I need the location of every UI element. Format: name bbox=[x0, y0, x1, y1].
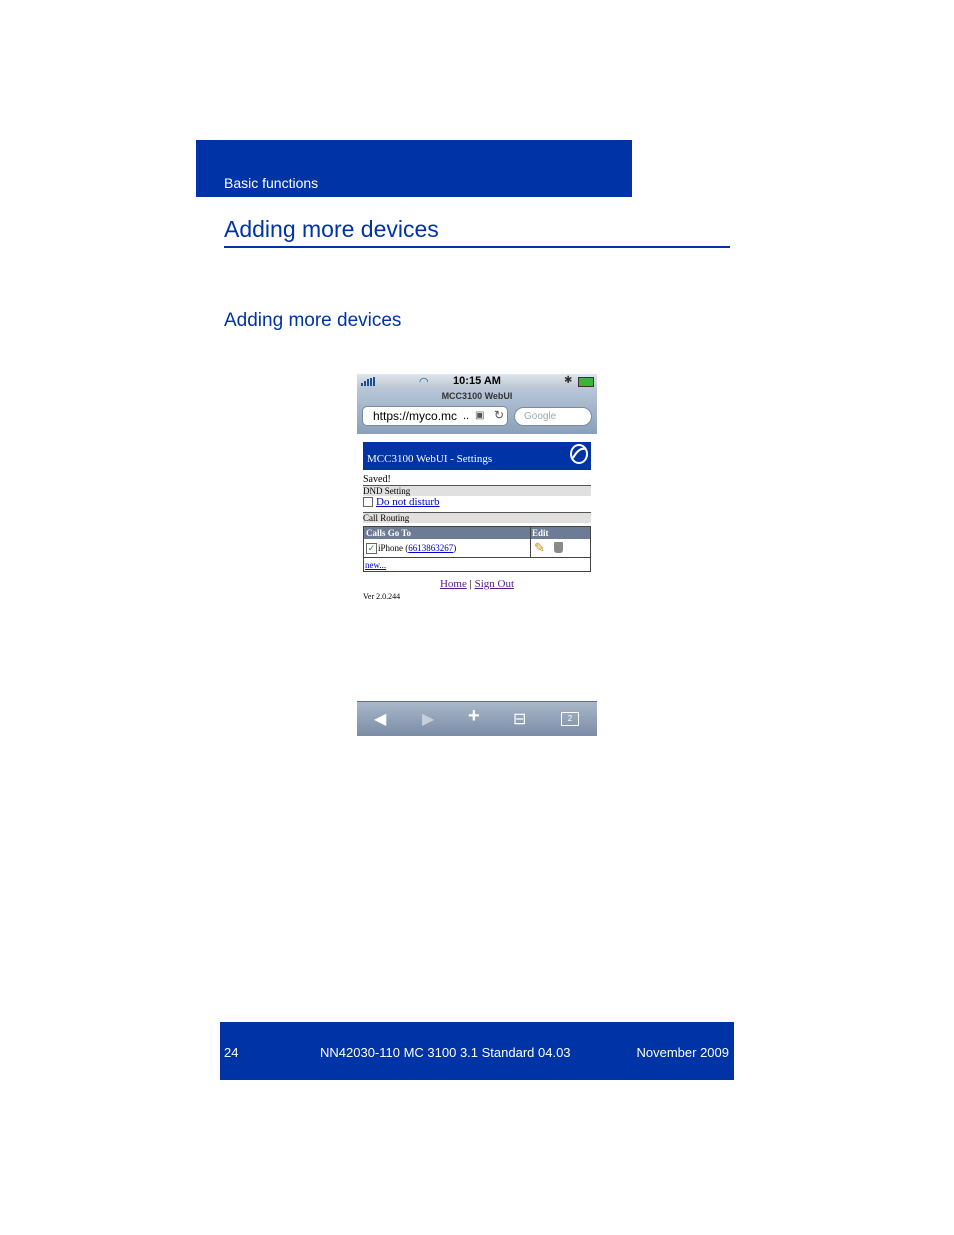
col-edit: Edit bbox=[532, 528, 549, 538]
forward-icon[interactable]: ▶ bbox=[422, 709, 434, 729]
dnd-link[interactable]: Do not disturb bbox=[376, 496, 440, 508]
section-label: Basic functions bbox=[224, 175, 319, 191]
battery-icon bbox=[578, 377, 594, 387]
col-calls-go-to: Calls Go To bbox=[366, 528, 412, 538]
dnd-row: Do not disturb bbox=[363, 496, 440, 508]
lock-icon: ▣ bbox=[475, 410, 485, 421]
saved-message: Saved! bbox=[363, 474, 391, 485]
home-link[interactable]: Home bbox=[440, 578, 467, 590]
status-bar: ◠ 10:15 AM ✱ bbox=[357, 374, 597, 389]
header-band: Basic functions bbox=[196, 140, 632, 197]
search-input[interactable]: Google bbox=[514, 407, 592, 426]
device-name: iPhone bbox=[378, 543, 404, 553]
new-link[interactable]: new... bbox=[365, 560, 386, 570]
device-cell: iPhone (6613863267) bbox=[378, 543, 457, 553]
url-field[interactable]: https://myco.mc .. ▣ ↻ bbox=[362, 406, 508, 426]
dnd-heading: DND Setting bbox=[363, 485, 591, 496]
bookmarks-icon[interactable]: ⊟ bbox=[513, 709, 526, 729]
webui-banner: MCC3100 WebUI - Settings bbox=[363, 442, 591, 470]
dnd-checkbox[interactable] bbox=[363, 497, 373, 508]
banner-title: MCC3100 WebUI - Settings bbox=[367, 453, 493, 465]
pencil-icon[interactable]: ✎ bbox=[534, 541, 545, 555]
page-title: Adding more devices bbox=[224, 216, 439, 242]
add-icon[interactable]: + bbox=[468, 705, 480, 728]
url-text: https://myco.mc bbox=[373, 409, 458, 423]
browser-title: MCC3100 WebUI bbox=[441, 391, 513, 401]
phone-screenshot: ◠ 10:15 AM ✱ MCC3100 WebUI https://myco.… bbox=[357, 374, 597, 736]
doc-id: NN42030-110 MC 3100 3.1 Standard 04.03 bbox=[320, 1045, 571, 1060]
page-number: 24 bbox=[224, 1045, 239, 1060]
trash-icon[interactable] bbox=[554, 542, 563, 553]
url-ellipsis: .. bbox=[463, 410, 470, 422]
reload-icon[interactable]: ↻ bbox=[494, 406, 504, 424]
doc-date: November 2009 bbox=[636, 1045, 730, 1060]
device-number-link[interactable]: 6613863267 bbox=[408, 543, 453, 553]
footer-band: 24 NN42030-110 MC 3100 3.1 Standard 04.0… bbox=[220, 1022, 734, 1080]
bluetooth-icon: ✱ bbox=[564, 375, 573, 386]
version-text: Ver 2.0.244 bbox=[363, 592, 401, 601]
check-icon[interactable]: ✓ bbox=[366, 543, 377, 554]
routing-heading: Call Routing bbox=[363, 512, 591, 523]
pages-icon[interactable]: 2 bbox=[561, 712, 579, 726]
link-separator: | bbox=[469, 578, 472, 590]
globe-logo-icon bbox=[570, 444, 588, 464]
back-icon[interactable]: ◀ bbox=[374, 709, 386, 729]
table-header: Calls Go To Edit bbox=[364, 527, 590, 539]
browser-nav-bar: MCC3100 WebUI https://myco.mc .. ▣ ↻ Goo… bbox=[357, 389, 597, 434]
browser-toolbar: ◀ ▶ + ⊟ 2 bbox=[357, 701, 597, 736]
webui-footer-links: Home | Sign Out bbox=[363, 578, 591, 590]
sign-out-link[interactable]: Sign Out bbox=[475, 578, 514, 590]
routing-table: Calls Go To Edit ✓ iPhone (6613863267) ✎… bbox=[363, 526, 591, 572]
title-rule bbox=[224, 246, 730, 248]
status-time: 10:15 AM bbox=[453, 375, 501, 387]
figure-title: Adding more devices bbox=[224, 310, 402, 331]
table-row: ✓ iPhone (6613863267) ✎ bbox=[364, 539, 590, 558]
